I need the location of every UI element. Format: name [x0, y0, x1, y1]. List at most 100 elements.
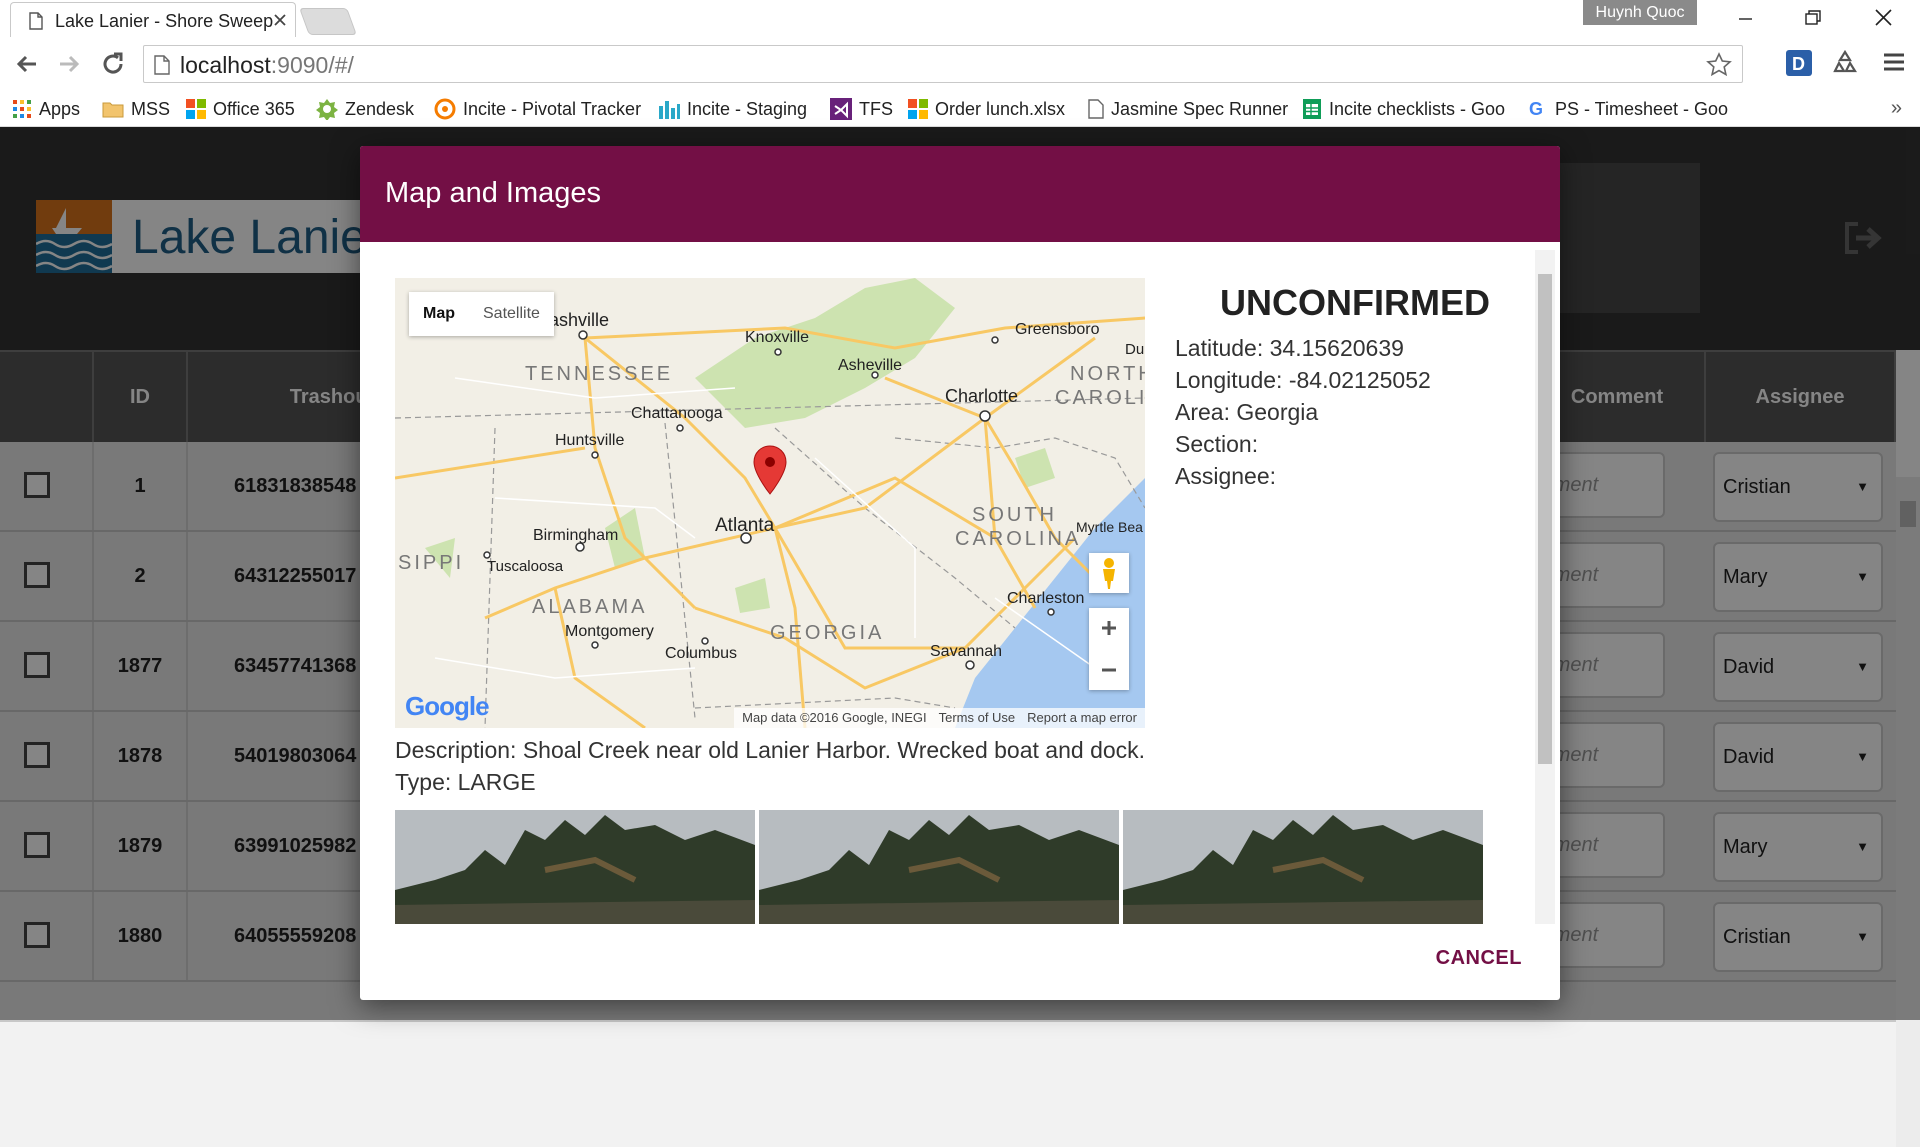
- trash-photo[interactable]: [395, 810, 755, 924]
- zoom-control: [1089, 608, 1129, 690]
- cancel-button[interactable]: CANCEL: [1436, 947, 1522, 970]
- dialog-title: Map and Images: [385, 177, 602, 209]
- map-view[interactable]: TENNESSEE NORTH CAROLI SOUTH CAROLINA AL…: [395, 278, 1145, 728]
- bookmark-label: Order lunch.xlsx: [935, 98, 1066, 119]
- bookmark-apps[interactable]: Apps: [12, 91, 80, 127]
- map-type-control: Map Satellite: [409, 292, 554, 336]
- bookmark-label: Apps: [39, 98, 81, 119]
- assignee-text: Assignee:: [1175, 463, 1277, 489]
- longitude-text: Longitude: -84.02125052: [1175, 367, 1431, 393]
- profile-badge[interactable]: Huynh Quoc: [1583, 0, 1697, 25]
- svg-text:D: D: [1792, 54, 1805, 74]
- type-text: Type: LARGE: [395, 769, 536, 795]
- map-city-birmingham: Birmingham: [533, 527, 618, 544]
- bookmark-pivotal[interactable]: Incite - Pivotal Tracker: [434, 91, 641, 127]
- dialog-body: TENNESSEE NORTH CAROLI SOUTH CAROLINA AL…: [360, 242, 1560, 924]
- dialog-scrollbar[interactable]: [1535, 250, 1555, 924]
- bookmark-label: Office 365: [213, 98, 295, 119]
- restore-icon[interactable]: [1797, 6, 1827, 30]
- svg-text:G: G: [1529, 99, 1543, 119]
- map-city-atlanta: Atlanta: [715, 515, 775, 536]
- zoom-in-icon[interactable]: [1089, 608, 1129, 648]
- dialog-scrollbar-thumb[interactable]: [1538, 274, 1552, 764]
- map-city-charleston: Charleston: [1007, 590, 1084, 607]
- browser-titlebar: Lake Lanier - Shore Sweep Huynh Quoc: [0, 0, 1920, 37]
- dialog-header: Map and Images: [360, 146, 1560, 242]
- forward-arrow-icon[interactable]: [56, 51, 82, 77]
- map-city-charlotte: Charlotte: [945, 386, 1018, 406]
- map-canvas[interactable]: TENNESSEE NORTH CAROLI SOUTH CAROLINA AL…: [395, 278, 1145, 728]
- page-icon: [29, 12, 43, 30]
- map-type-map[interactable]: Map: [409, 292, 469, 336]
- map-city-nashville: lashville: [545, 310, 609, 330]
- bookmark-label: Zendesk: [345, 98, 415, 119]
- map-label-georgia: GEORGIA: [770, 622, 884, 644]
- bookmark-star-icon[interactable]: [1706, 52, 1732, 78]
- minimize-icon[interactable]: [1730, 6, 1760, 30]
- map-city-greensboro: Greensboro: [1015, 321, 1100, 338]
- menu-icon[interactable]: [1881, 49, 1907, 75]
- zoom-out-icon[interactable]: [1089, 650, 1129, 690]
- street-view-pegman-icon[interactable]: [1089, 553, 1129, 593]
- map-images-dialog: Map and Images TENNESSEE NORT CAROLI SOU…: [360, 146, 1560, 1000]
- trash-photo[interactable]: [1123, 810, 1483, 924]
- map-label-south: SOUTH: [972, 504, 1057, 526]
- extension-d-icon[interactable]: D: [1785, 49, 1813, 77]
- google-logo: Google: [405, 691, 490, 722]
- map-label-alabama: ALABAMA: [532, 596, 647, 618]
- map-data-credit: Map data ©2016 Google, INEGI: [742, 710, 927, 725]
- map-city-knoxville: Knoxville: [745, 329, 809, 346]
- bookmark-order-lunch[interactable]: Order lunch.xlsx: [908, 91, 1065, 127]
- new-tab-button[interactable]: [299, 8, 357, 35]
- trash-photo[interactable]: [759, 810, 1119, 924]
- area-text: Area: Georgia: [1175, 399, 1319, 425]
- bookmark-timesheet[interactable]: G PS - Timesheet - Goo: [1528, 91, 1728, 127]
- bookmark-label: Incite checklists - Goo: [1329, 98, 1506, 119]
- map-type-satellite[interactable]: Satellite: [469, 292, 554, 336]
- address-bar[interactable]: localhost:9090/#/: [143, 45, 1743, 83]
- bookmark-label: Jasmine Spec Runner: [1111, 98, 1289, 119]
- terms-link[interactable]: Terms of Use: [939, 708, 1016, 728]
- close-window-icon[interactable]: [1868, 6, 1898, 30]
- url-path: :9090/#/: [270, 52, 354, 78]
- extension-recycle-icon[interactable]: [1831, 49, 1859, 77]
- map-city-tuscaloosa: Tuscaloosa: [487, 558, 564, 575]
- bookmark-label: Incite - Pivotal Tracker: [463, 98, 642, 119]
- map-city-chattanooga: Chattanooga: [631, 405, 723, 422]
- pivotal-icon: [434, 98, 456, 120]
- map-city-montgomery: Montgomery: [565, 623, 654, 640]
- bookmark-tfs[interactable]: TFS: [830, 91, 893, 127]
- description-text: Description: Shoal Creek near old Lanier…: [395, 737, 1146, 763]
- bookmark-incite-checklists[interactable]: Incite checklists - Goo: [1302, 91, 1505, 127]
- bookmark-zendesk[interactable]: Zendesk: [316, 91, 414, 127]
- office-icon: [186, 99, 206, 119]
- bookmark-office365[interactable]: Office 365: [186, 91, 295, 127]
- reload-icon[interactable]: [100, 51, 126, 77]
- google-logo-text: Google: [405, 691, 490, 721]
- map-label-sippi: SIPPI: [398, 552, 464, 574]
- map-label-north: NORTH: [1070, 363, 1145, 385]
- trashout-info: UNCONFIRMED Latitude: 34.15620639 Longit…: [1175, 278, 1535, 492]
- map-city-columbus: Columbus: [665, 645, 737, 662]
- browser-toolbar: localhost:9090/#/ D: [0, 37, 1920, 91]
- map-label-caroli: CAROLI: [1055, 387, 1145, 409]
- visual-studio-icon: [830, 98, 852, 120]
- bookmark-jasmine[interactable]: Jasmine Spec Runner: [1088, 91, 1288, 127]
- map-city-asheville: Asheville: [838, 357, 902, 374]
- url-host: localhost: [180, 52, 271, 78]
- browser-tab[interactable]: Lake Lanier - Shore Sweep: [10, 2, 296, 37]
- bookmark-incite-staging[interactable]: Incite - Staging: [658, 91, 807, 127]
- map-city-savannah: Savannah: [930, 643, 1002, 660]
- map-label-tennessee: TENNESSEE: [525, 363, 673, 385]
- back-arrow-icon[interactable]: [14, 51, 40, 77]
- google-icon: G: [1528, 99, 1548, 119]
- bookmarks-bar: Apps MSS Office 365 Zendesk Incite - Piv…: [0, 91, 1920, 127]
- close-tab-icon[interactable]: [273, 13, 287, 27]
- map-attribution: Map data ©2016 Google, INEGI Terms of Us…: [734, 708, 1145, 728]
- apps-grid-icon: [12, 99, 32, 119]
- report-error-link[interactable]: Report a map error: [1027, 708, 1137, 728]
- office-icon: [908, 99, 928, 119]
- bookmark-label: MSS: [131, 98, 171, 119]
- more-bookmarks-button[interactable]: »: [1891, 97, 1902, 120]
- bookmark-mss[interactable]: MSS: [102, 91, 170, 127]
